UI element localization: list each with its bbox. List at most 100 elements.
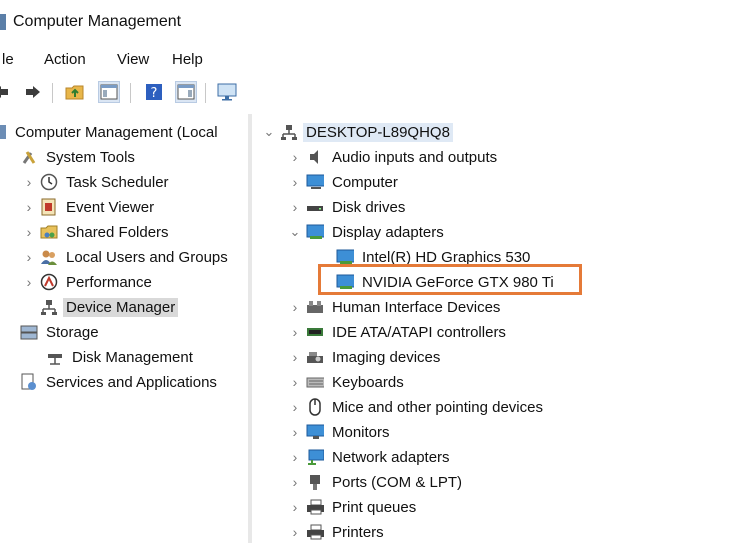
chevron-right-icon[interactable]: › [22, 274, 36, 290]
tree-label: Keyboards [332, 373, 404, 391]
show-hide-action-pane-icon[interactable] [175, 81, 197, 103]
toolbar-separator [52, 83, 53, 103]
device-tree-root[interactable]: ⌄ DESKTOP-L89QHQ8 [262, 120, 453, 144]
chevron-right-icon[interactable]: › [288, 499, 302, 515]
performance-icon [40, 273, 58, 291]
tree-item-storage[interactable]: Storage [16, 320, 102, 344]
tree-item-system-tools[interactable]: System Tools [16, 145, 138, 169]
monitor-icon [306, 423, 324, 441]
category-ide-ata[interactable]: › IDE ATA/ATAPI controllers [288, 320, 509, 344]
ide-controller-icon [306, 323, 324, 341]
event-viewer-icon [40, 198, 58, 216]
port-icon [306, 473, 324, 491]
mouse-icon [306, 398, 324, 416]
toolbar: ? [0, 76, 754, 110]
camera-icon [306, 348, 324, 366]
back-arrow-icon[interactable] [0, 81, 12, 103]
category-audio[interactable]: › Audio inputs and outputs [288, 145, 500, 169]
chevron-right-icon[interactable]: › [288, 424, 302, 440]
tree-item-task-scheduler[interactable]: › Task Scheduler [22, 170, 172, 194]
tree-label: Ports (COM & LPT) [332, 473, 463, 491]
monitor-icon[interactable] [216, 81, 238, 103]
tree-item-disk-management[interactable]: Disk Management [42, 345, 196, 369]
category-hid[interactable]: › Human Interface Devices [288, 295, 503, 319]
category-imaging-devices[interactable]: › Imaging devices [288, 345, 443, 369]
chevron-right-icon[interactable]: › [288, 299, 302, 315]
chevron-right-icon[interactable]: › [22, 224, 36, 240]
printer-icon [306, 523, 324, 541]
toolbar-separator [130, 83, 131, 103]
chevron-right-icon[interactable]: › [288, 399, 302, 415]
tree-item-local-users-and-groups[interactable]: › Local Users and Groups [22, 245, 231, 269]
chevron-right-icon[interactable]: › [288, 524, 302, 540]
chevron-right-icon[interactable]: › [288, 174, 302, 190]
disk-management-icon [46, 348, 64, 366]
tree-label: Mice and other pointing devices [332, 398, 543, 416]
svg-text:?: ? [151, 86, 158, 101]
category-mice[interactable]: › Mice and other pointing devices [288, 395, 546, 419]
forward-arrow-icon[interactable] [22, 81, 44, 103]
clock-icon [40, 173, 58, 191]
chevron-right-icon[interactable]: › [22, 199, 36, 215]
title-bar: Computer Management [0, 0, 754, 44]
chevron-right-icon[interactable]: › [288, 449, 302, 465]
tree-label: Local Users and Groups [66, 248, 228, 266]
tree-label: Printers [332, 523, 384, 541]
category-network-adapters[interactable]: › Network adapters [288, 445, 453, 469]
chevron-right-icon[interactable]: › [288, 324, 302, 340]
category-computer[interactable]: › Computer [288, 170, 401, 194]
computer-network-icon [280, 123, 298, 141]
device-tree: ⌄ DESKTOP-L89QHQ8 › Audio inputs and out… [252, 114, 754, 543]
category-print-queues[interactable]: › Print queues [288, 495, 419, 519]
tree-root-computer-management[interactable]: Computer Management (Local [0, 120, 221, 144]
menu-help[interactable]: Help [172, 51, 203, 68]
tree-item-device-manager[interactable]: Device Manager [36, 295, 179, 319]
chevron-right-icon[interactable]: › [288, 199, 302, 215]
printer-icon [306, 498, 324, 516]
category-keyboards[interactable]: › Keyboards [288, 370, 407, 394]
chevron-down-icon[interactable]: ⌄ [288, 224, 302, 240]
tree-item-performance[interactable]: › Performance [22, 270, 155, 294]
tree-label: Task Scheduler [66, 173, 169, 191]
shared-folder-icon [40, 223, 58, 241]
users-icon [40, 248, 58, 266]
chevron-right-icon[interactable]: › [22, 174, 36, 190]
category-monitors[interactable]: › Monitors [288, 420, 393, 444]
tree-label: Computer Management (Local [15, 123, 218, 141]
category-ports[interactable]: › Ports (COM & LPT) [288, 470, 465, 494]
menu-action[interactable]: Action [44, 51, 86, 68]
tree-label: Audio inputs and outputs [332, 148, 498, 166]
category-printers[interactable]: › Printers [288, 520, 387, 543]
window-title: Computer Management [13, 13, 182, 30]
tree-item-event-viewer[interactable]: › Event Viewer [22, 195, 157, 219]
chevron-right-icon[interactable]: › [22, 249, 36, 265]
help-icon[interactable]: ? [143, 81, 165, 103]
tools-icon [20, 148, 38, 166]
tree-label: Print queues [332, 498, 417, 516]
tree-label: Performance [66, 273, 152, 291]
show-hide-console-tree-icon[interactable] [98, 81, 120, 103]
menu-bar: le Action View Help [0, 44, 754, 76]
tree-label: Monitors [332, 423, 390, 441]
menu-file[interactable]: le [2, 51, 14, 68]
tree-label: Computer [332, 173, 398, 191]
storage-icon [20, 323, 38, 341]
tree-label: Disk drives [332, 198, 406, 216]
category-disk-drives[interactable]: › Disk drives [288, 195, 408, 219]
tree-item-shared-folders[interactable]: › Shared Folders [22, 220, 172, 244]
tree-label: System Tools [46, 148, 135, 166]
console-tree: Computer Management (Local System Tools … [0, 114, 248, 543]
chevron-down-icon[interactable]: ⌄ [262, 124, 276, 140]
network-adapter-icon [306, 448, 324, 466]
chevron-right-icon[interactable]: › [288, 149, 302, 165]
menu-view[interactable]: View [117, 51, 149, 68]
chevron-right-icon[interactable]: › [288, 474, 302, 490]
chevron-right-icon[interactable]: › [288, 349, 302, 365]
tree-label: Shared Folders [66, 223, 169, 241]
tree-item-services-and-applications[interactable]: Services and Applications [16, 370, 220, 394]
tree-label: Storage [46, 323, 99, 341]
computer-management-icon [0, 123, 8, 141]
chevron-right-icon[interactable]: › [288, 374, 302, 390]
category-display-adapters[interactable]: ⌄ Display adapters [288, 220, 447, 244]
up-folder-icon[interactable] [64, 81, 86, 103]
